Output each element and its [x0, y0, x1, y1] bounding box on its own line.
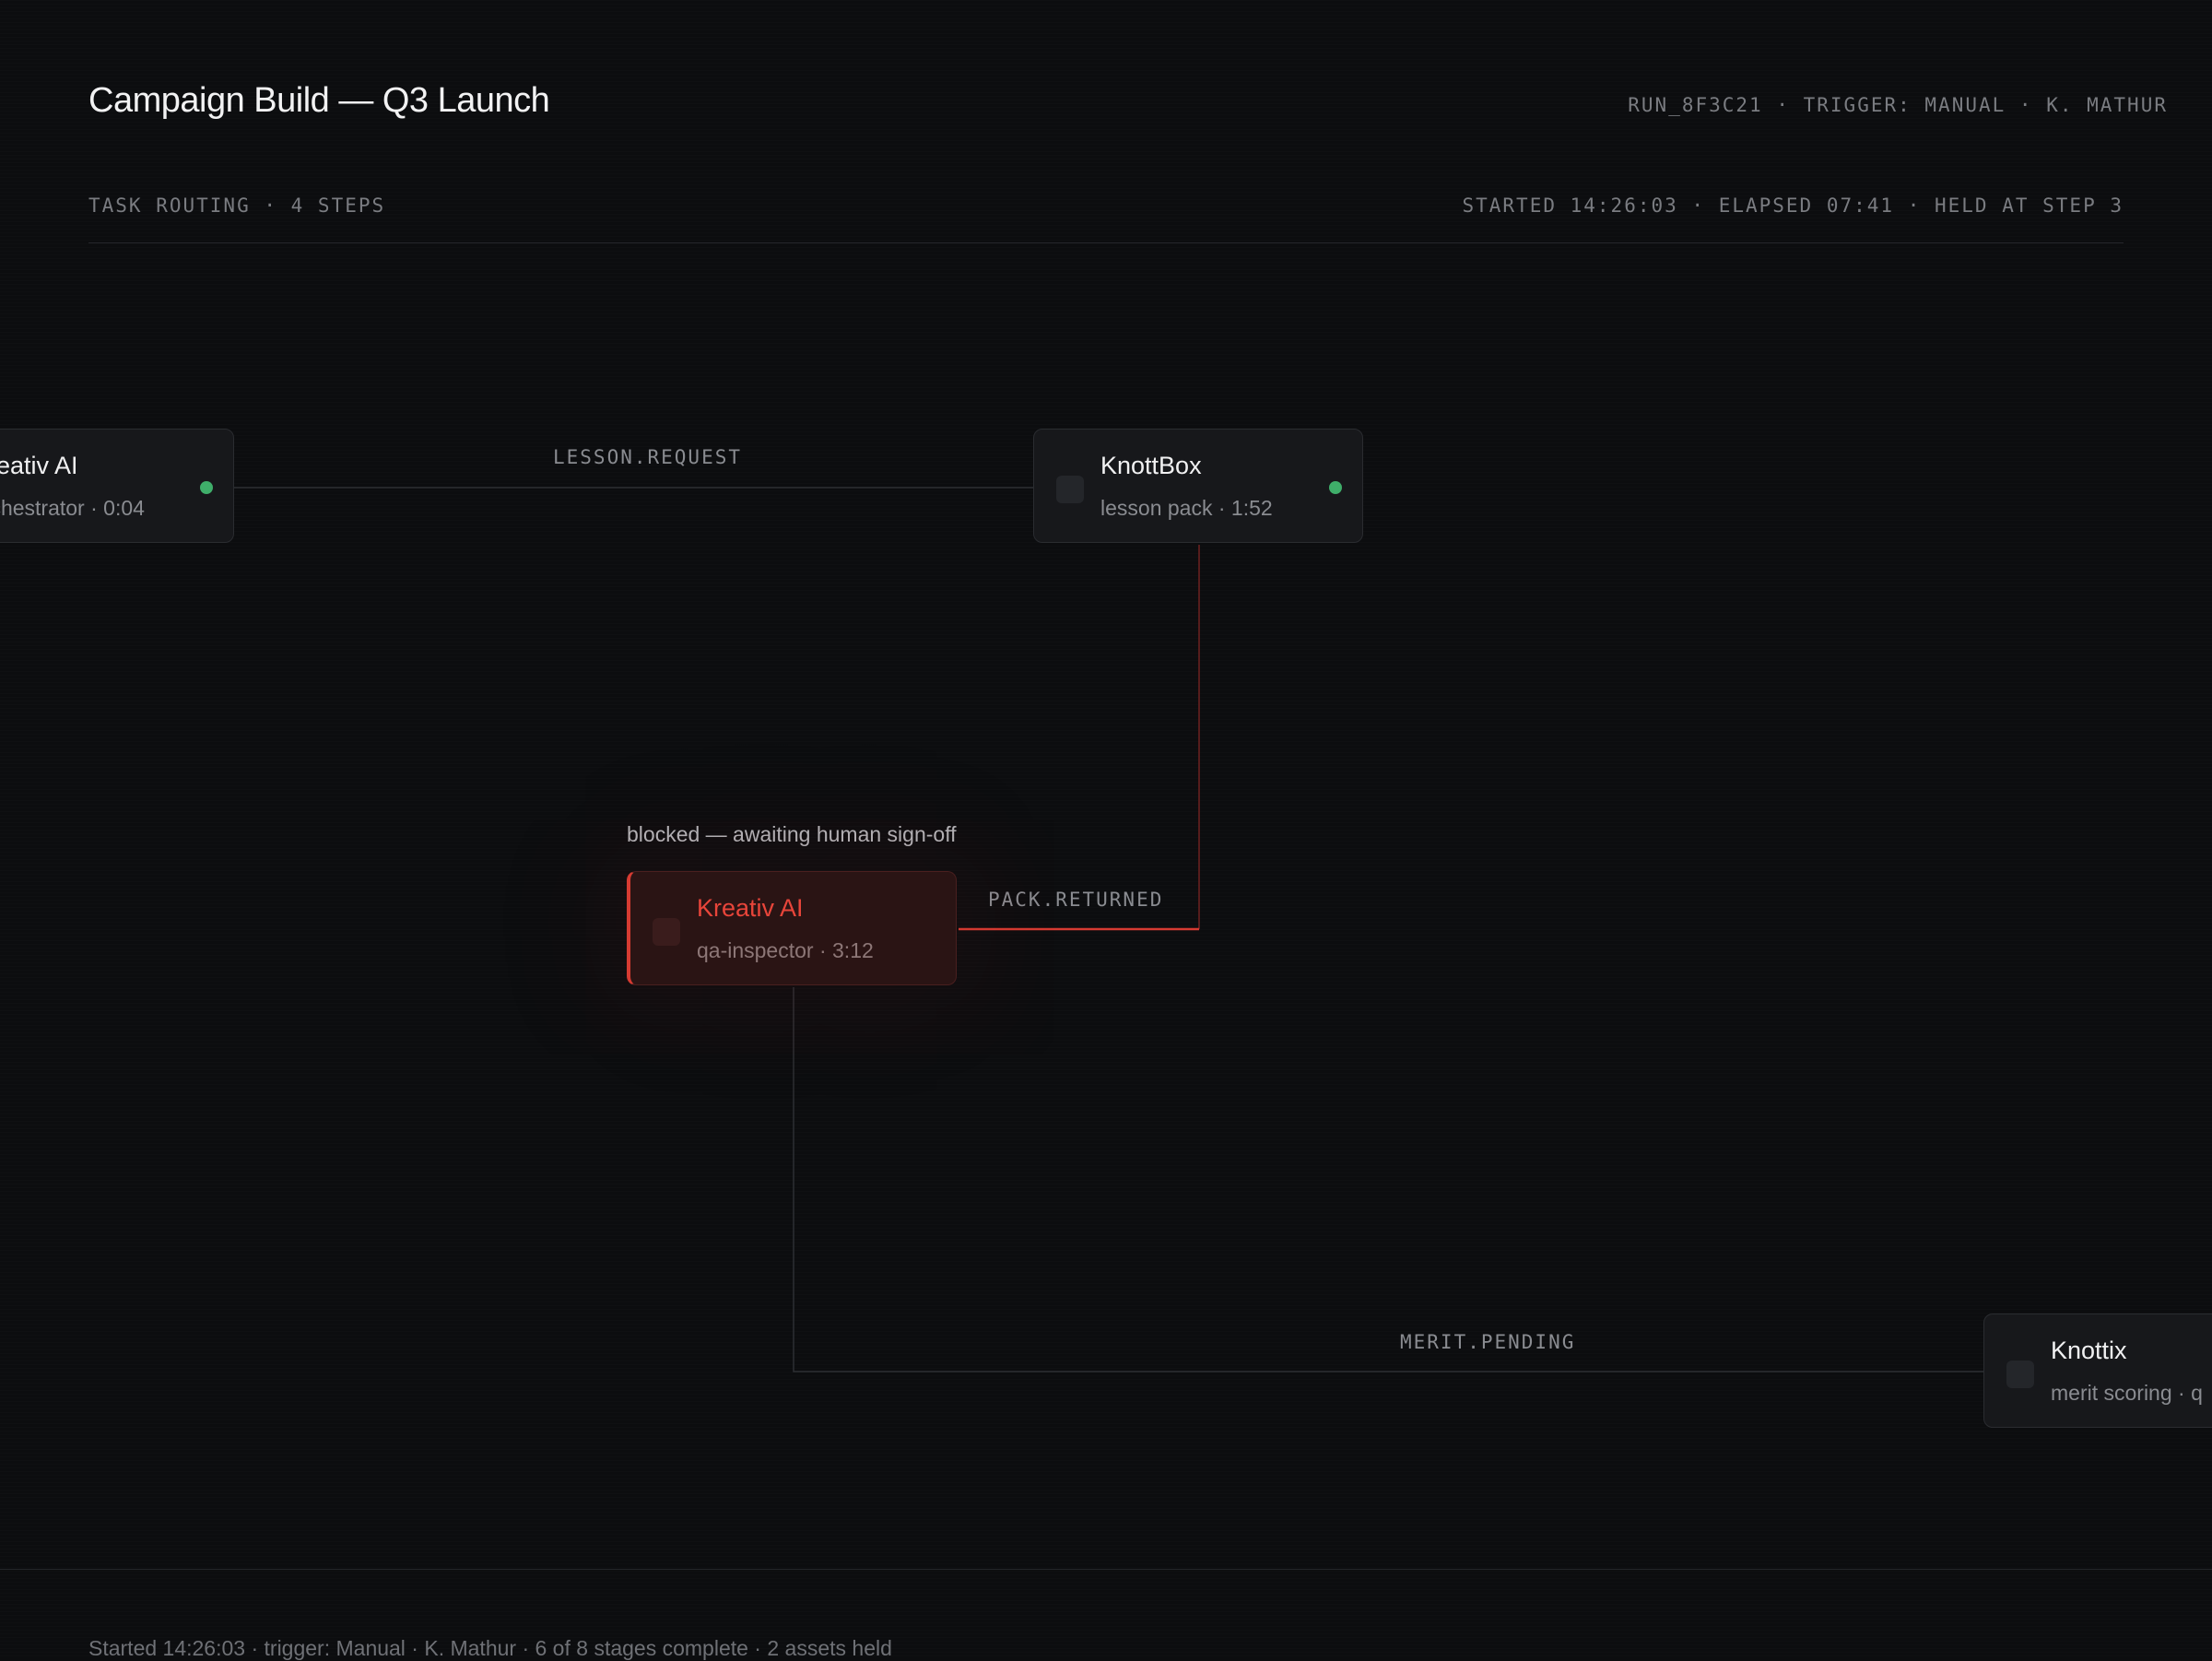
status-dot-icon	[200, 481, 213, 494]
edge-line-merit-pending	[793, 987, 1985, 1372]
node-name: KnottBox	[1100, 452, 1202, 479]
agent-chip-icon	[2006, 1361, 2034, 1388]
flow-node-knottix[interactable]: Knottix merit scoring · q	[1983, 1313, 2212, 1428]
agent-chip-icon	[1056, 476, 1084, 503]
node-meta: orchestrator · 0:04	[0, 496, 145, 520]
edge-label-lesson-request: LESSON.REQUEST	[553, 446, 743, 468]
edge-label-merit-pending: MERIT.PENDING	[1400, 1331, 1576, 1353]
footer-bar: Started 14:26:03 · trigger: Manual · K. …	[0, 1569, 2212, 1660]
flow-node-qa-inspector[interactable]: Kreativ AI qa-inspector · 3:12	[627, 871, 957, 985]
run-summary: Started 14:26:03 · trigger: Manual · K. …	[88, 1636, 892, 1660]
status-dot-icon	[1329, 481, 1342, 494]
flow-node-orchestrator[interactable]: Kreativ AI orchestrator · 0:04	[0, 429, 234, 543]
flow-connectors	[234, 487, 1985, 1372]
node-name: Kreativ AI	[0, 452, 78, 479]
flow-node-knottbox[interactable]: KnottBox lesson pack · 1:52	[1033, 429, 1363, 543]
blocked-note: blocked — awaiting human sign-off	[627, 822, 957, 846]
node-meta: lesson pack · 1:52	[1100, 496, 1273, 520]
node-meta: qa-inspector · 3:12	[697, 938, 874, 962]
node-meta: merit scoring · q	[2051, 1381, 2203, 1405]
node-name: Kreativ AI	[697, 894, 804, 922]
agent-chip-icon	[653, 918, 680, 946]
node-name: Knottix	[2051, 1337, 2127, 1364]
edge-label-pack-returned: PACK.RETURNED	[988, 889, 1164, 911]
